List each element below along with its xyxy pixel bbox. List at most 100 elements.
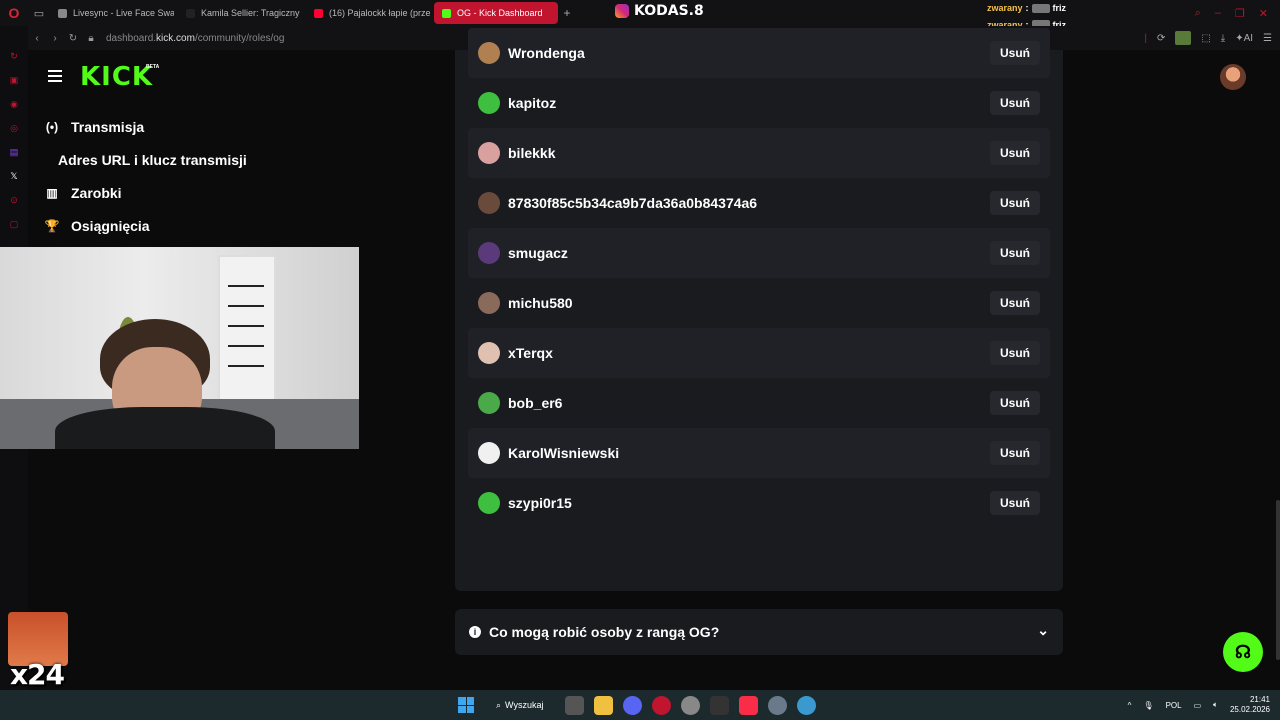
capcut-icon[interactable]	[710, 695, 730, 715]
reload-icon[interactable]: ↻	[64, 33, 82, 44]
member-name[interactable]: szypi0r15	[508, 495, 572, 511]
browser-toolbar: | ⟳ ⬚ ⤓ ✦AI ☰	[1144, 26, 1272, 50]
member-name[interactable]: michu580	[508, 295, 573, 311]
divider-icon: |	[1144, 32, 1147, 44]
remove-button[interactable]: Usuń	[990, 141, 1040, 165]
beta-badge: BETA	[146, 64, 160, 70]
member-avatar	[478, 392, 500, 414]
member-row: bilekkk Usuń	[468, 128, 1050, 178]
taskbar-search[interactable]: ⌕ Wyszukaj	[484, 694, 555, 716]
remove-button[interactable]: Usuń	[990, 441, 1040, 465]
minimize-button[interactable]: –	[1215, 7, 1221, 19]
download-icon[interactable]: ⤓	[1221, 33, 1225, 44]
member-row: KarolWisniewski Usuń	[468, 428, 1050, 478]
file-explorer-icon[interactable]	[594, 695, 614, 715]
extensions-icon[interactable]: ⬚	[1201, 33, 1210, 44]
language-indicator[interactable]: POL	[1166, 701, 1182, 710]
snapshot-icon[interactable]: ⟳	[1157, 33, 1165, 44]
tab-menu-icon[interactable]: ▭	[28, 0, 50, 26]
nav-item-label: Osiągnięcia	[71, 217, 150, 234]
remove-button[interactable]: Usuń	[990, 341, 1040, 365]
maximize-button[interactable]: ❐	[1235, 7, 1245, 20]
member-name[interactable]: KarolWisniewski	[508, 445, 619, 461]
whatsapp-icon[interactable]: ◎	[8, 122, 20, 134]
member-name[interactable]: 87830f85c5b34ca9b7da36a0b84374a6	[508, 195, 757, 211]
search-icon[interactable]: ⌕	[1195, 7, 1201, 20]
messenger-icon[interactable]: ◉	[8, 98, 20, 110]
member-list: Wrondenga Usuń kapitoz Usuń bilekkk Usuń 87830…	[468, 28, 1050, 528]
volume-icon[interactable]: 🔈︎	[1213, 700, 1218, 710]
refresh-icon[interactable]: ↻	[8, 50, 20, 62]
remove-button[interactable]: Usuń	[990, 491, 1040, 515]
instagram-overlay: KODAS.8	[615, 3, 704, 19]
member-name[interactable]: kapitoz	[508, 95, 556, 111]
windows-start-icon[interactable]	[458, 697, 474, 713]
new-tab-button[interactable]: +	[558, 6, 576, 20]
x-icon[interactable]: 𝕏	[8, 170, 20, 182]
opera-icon[interactable]	[652, 695, 672, 715]
scrollbar[interactable]	[1276, 500, 1280, 660]
chevron-down-icon[interactable]: ⌄	[1037, 622, 1049, 639]
clock[interactable]: 21:41 25.02.2026	[1230, 695, 1270, 715]
browser-tab[interactable]: Kamila Sellier: Tragiczny w	[178, 2, 302, 24]
opera-logo-icon[interactable]: O	[0, 0, 28, 26]
member-avatar	[478, 192, 500, 214]
menu-icon[interactable]: ☰	[1263, 33, 1272, 44]
forward-icon[interactable]: ›	[46, 33, 64, 44]
discord-icon[interactable]	[623, 695, 643, 715]
task-view-icon[interactable]	[565, 695, 585, 715]
history-icon[interactable]: ▢	[8, 218, 20, 230]
member-name[interactable]: smugacz	[508, 245, 568, 261]
member-avatar	[478, 142, 500, 164]
nav-item-3[interactable]: ▥ Zarobki	[28, 176, 348, 209]
kick-logo[interactable]: KICK	[80, 62, 153, 92]
emote-count: x24	[10, 658, 65, 691]
ai-button[interactable]: ✦AI	[1235, 33, 1253, 44]
member-row: 87830f85c5b34ca9b7da36a0b84374a6 Usuń	[468, 178, 1050, 228]
remove-button[interactable]: Usuń	[990, 241, 1040, 265]
nav-item-2[interactable]: Adres URL i klucz transmisji	[28, 143, 348, 176]
chatgpt-icon[interactable]	[681, 695, 701, 715]
browser-tab[interactable]: (16) Pajalockk łapie (przem	[306, 2, 430, 24]
member-name[interactable]: Wrondenga	[508, 45, 585, 61]
browser-tab[interactable]: Livesync - Live Face Swap	[50, 2, 174, 24]
faq-accordion[interactable]: i Co mogą robić osoby z rangą OG? ⌄	[455, 609, 1063, 655]
extension-thumbnail[interactable]	[1175, 31, 1192, 45]
apple-music-icon[interactable]	[739, 695, 759, 715]
remove-button[interactable]: Usuń	[990, 41, 1040, 65]
nav-item-4[interactable]: 🏆 Osiągnięcia	[28, 209, 348, 242]
user-avatar[interactable]	[1220, 64, 1246, 90]
member-row: szypi0r15 Usuń	[468, 478, 1050, 528]
chat-separator: :	[1025, 3, 1029, 13]
microphone-icon[interactable]: 🎙︎	[1143, 701, 1153, 710]
support-headset-button[interactable]: ☊	[1223, 632, 1263, 672]
member-name[interactable]: bob_er6	[508, 395, 562, 411]
network-icon[interactable]: ▭	[1194, 701, 1202, 710]
chevron-up-icon[interactable]: ^	[1128, 701, 1132, 710]
shopping-icon[interactable]: ▣	[8, 74, 20, 86]
back-icon[interactable]: ‹	[28, 33, 46, 44]
twitch-icon[interactable]: ▤	[8, 146, 20, 158]
settings-icon[interactable]	[768, 695, 788, 715]
member-avatar	[478, 292, 500, 314]
member-row: Wrondenga Usuń	[468, 28, 1050, 78]
member-row: kapitoz Usuń	[468, 78, 1050, 128]
emote-overlay: x24	[6, 612, 68, 691]
remove-button[interactable]: Usuń	[990, 91, 1040, 115]
remove-button[interactable]: Usuń	[990, 191, 1040, 215]
member-name[interactable]: xTerqx	[508, 345, 553, 361]
remove-button[interactable]: Usuń	[990, 291, 1040, 315]
member-name[interactable]: bilekkk	[508, 145, 555, 161]
member-avatar	[478, 442, 500, 464]
globe-icon[interactable]	[797, 695, 817, 715]
close-button[interactable]: ✕	[1259, 7, 1268, 20]
hamburger-menu-icon[interactable]	[48, 70, 62, 82]
members-panel: Wrondenga Usuń kapitoz Usuń bilekkk Usuń 87830…	[455, 28, 1063, 591]
nav-item-1[interactable]: (•) Transmisja	[28, 110, 348, 143]
browser-tab[interactable]: OG - Kick Dashboard	[434, 2, 558, 24]
nav-item-label: Adres URL i klucz transmisji	[58, 151, 247, 168]
player-icon[interactable]: ⊙	[8, 194, 20, 206]
member-row: xTerqx Usuń	[468, 328, 1050, 378]
remove-button[interactable]: Usuń	[990, 391, 1040, 415]
url-field[interactable]: dashboard.kick.com/community/roles/og	[106, 33, 284, 44]
